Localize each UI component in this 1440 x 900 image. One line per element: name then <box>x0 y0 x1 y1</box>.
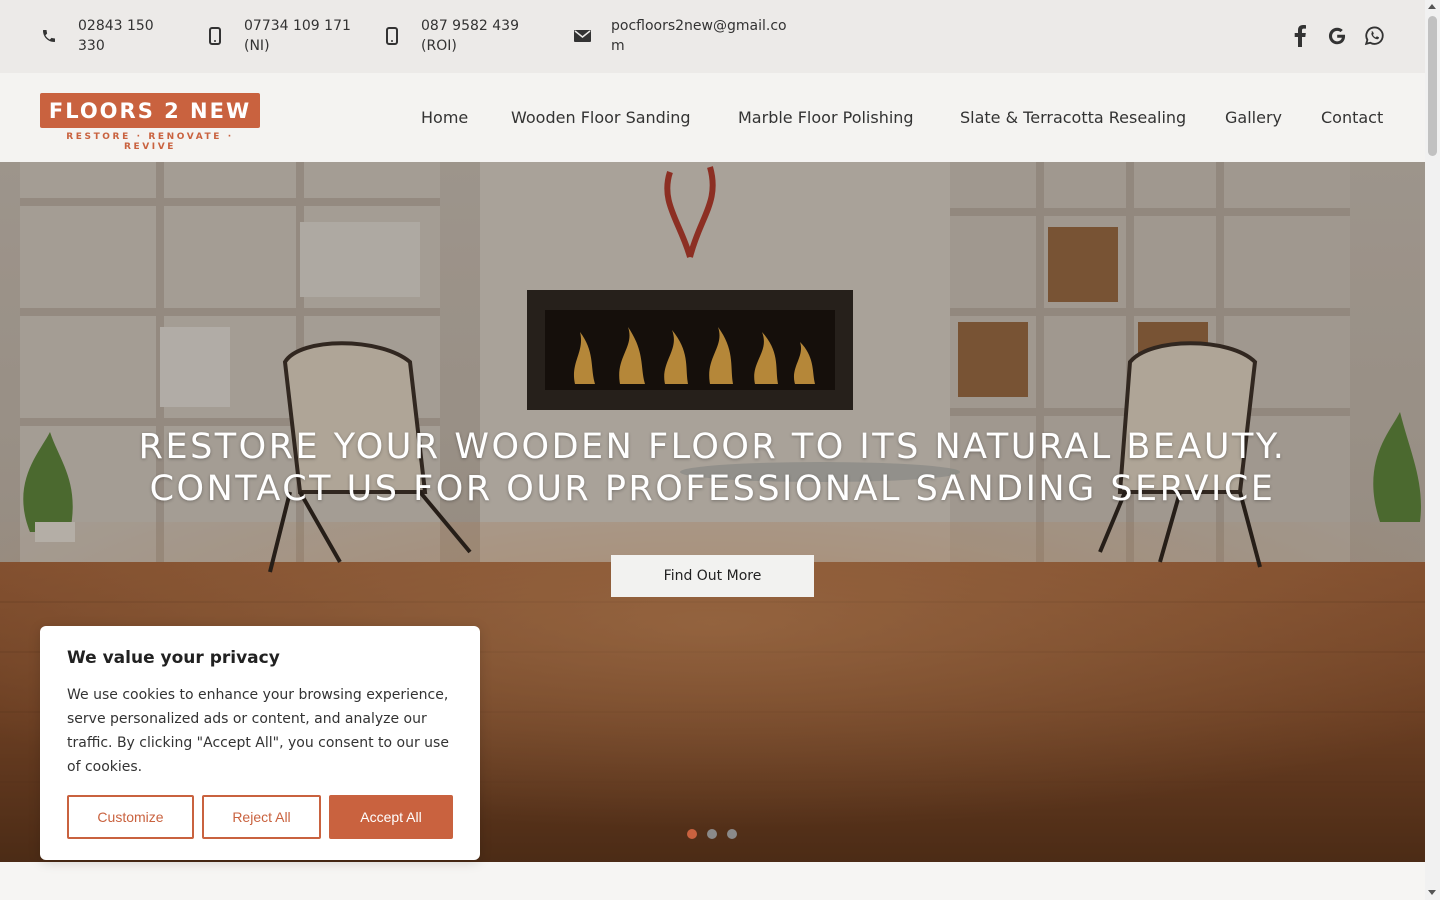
nav-wooden-floor-sanding[interactable]: Wooden Floor Sanding <box>511 107 691 129</box>
whatsapp-icon[interactable] <box>1362 22 1386 50</box>
scroll-down-arrow-icon[interactable] <box>1428 890 1436 895</box>
nav-gallery[interactable]: Gallery <box>1225 107 1282 129</box>
contact-email-text: pocfloors2new@gmail.com <box>611 18 787 54</box>
contact-bar: 02843 150 330 07734 109 171 (NI) 087 958… <box>0 0 1425 73</box>
contact-phone-text: 02843 150 330 <box>78 18 154 54</box>
scroll-up-arrow-icon[interactable] <box>1428 4 1436 9</box>
nav-slate-terracotta-resealing[interactable]: Slate & Terracotta Resealing <box>960 107 1186 129</box>
logo-text: FLOORS 2 NEW <box>40 93 260 128</box>
slider-dots <box>687 829 737 839</box>
contact-email[interactable]: pocfloors2new@gmail.com <box>573 16 787 56</box>
customize-button[interactable]: Customize <box>67 795 194 839</box>
cookie-consent-banner: We value your privacy We use cookies to … <box>40 626 480 860</box>
mail-icon <box>573 16 591 56</box>
nav-home[interactable]: Home <box>421 107 468 129</box>
logo[interactable]: FLOORS 2 NEW RESTORE · RENOVATE · REVIVE <box>40 93 260 152</box>
reject-all-button[interactable]: Reject All <box>202 795 321 839</box>
scrollbar-thumb[interactable] <box>1428 16 1437 156</box>
facebook-icon[interactable] <box>1290 22 1310 50</box>
contact-mobile-ni[interactable]: 07734 109 171 (NI) <box>206 16 354 56</box>
site-header: FLOORS 2 NEW RESTORE · RENOVATE · REVIVE… <box>0 73 1425 162</box>
find-out-more-button[interactable]: Find Out More <box>611 555 814 597</box>
slider-dot-3[interactable] <box>727 829 737 839</box>
google-icon[interactable] <box>1325 22 1349 50</box>
contact-mobile-roi[interactable]: 087 9582 439 (ROI) <box>383 16 531 56</box>
mobile-icon <box>383 16 401 56</box>
page-scrollbar[interactable] <box>1425 0 1440 900</box>
nav-marble-floor-polishing[interactable]: Marble Floor Polishing <box>738 107 914 129</box>
hero-title-line2: CONTACT US FOR OUR PROFESSIONAL SANDING … <box>149 469 1276 509</box>
content-section <box>0 862 1425 900</box>
cookie-text: We use cookies to enhance your browsing … <box>67 687 449 775</box>
nav-contact[interactable]: Contact <box>1321 107 1383 129</box>
contact-phone[interactable]: 02843 150 330 <box>40 16 168 56</box>
logo-tagline: RESTORE · RENOVATE · REVIVE <box>66 132 234 152</box>
contact-mobile-ni-text: 07734 109 171 (NI) <box>244 18 351 54</box>
hero-title-line1: RESTORE YOUR WOODEN FLOOR TO ITS NATURAL… <box>138 427 1287 467</box>
mobile-icon <box>206 16 224 56</box>
contact-mobile-roi-text: 087 9582 439 (ROI) <box>421 18 519 54</box>
slider-dot-1[interactable] <box>687 829 697 839</box>
hero-title: RESTORE YOUR WOODEN FLOOR TO ITS NATURAL… <box>0 426 1425 510</box>
phone-icon <box>40 16 58 56</box>
slider-dot-2[interactable] <box>707 829 717 839</box>
cookie-title: We value your privacy <box>67 648 280 668</box>
accept-all-button[interactable]: Accept All <box>329 795 453 839</box>
